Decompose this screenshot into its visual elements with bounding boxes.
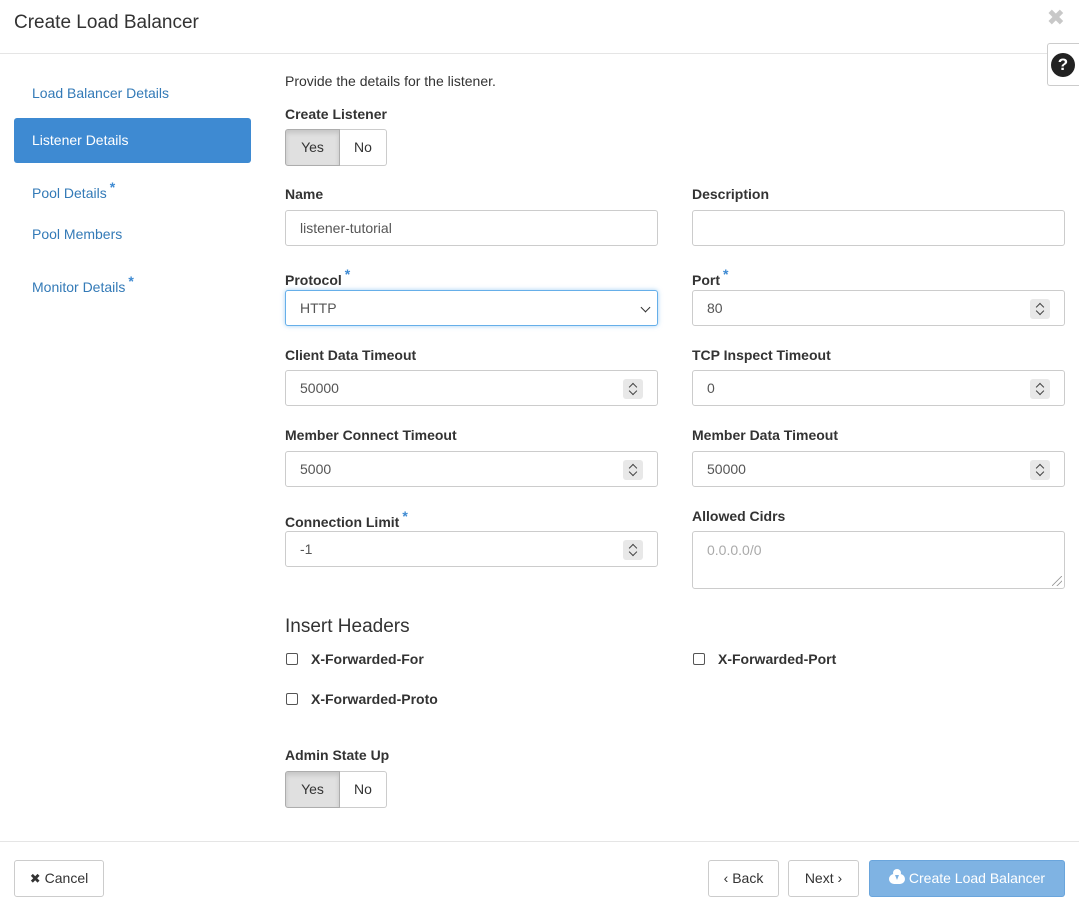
create-listener-yes-button[interactable]: Yes [285,129,340,166]
x-forwarded-for-label: X-Forwarded-For [311,651,424,667]
member-connect-timeout-input[interactable]: 5000 [285,451,658,487]
back-label: Back [732,870,764,886]
next-label: Next [804,870,834,886]
description-input[interactable] [692,210,1065,246]
required-marker: * [128,273,134,289]
cloud-upload-icon [888,869,905,884]
nav-label: Pool Members [32,226,123,242]
protocol-selected-value: HTTP [300,300,337,316]
connection-limit-label-text: Connection Limit [285,514,400,530]
modal-footer: ✖ Cancel ‹ Back Next › Create Load Balanc… [0,841,1079,908]
nav-listener-details[interactable]: Listener Details [14,118,251,163]
client-data-timeout-input[interactable]: 50000 [285,370,658,406]
tcp-inspect-timeout-value: 0 [707,380,715,396]
chevron-right-icon: › [837,870,843,886]
wizard-steps-nav: Load Balancer Details Listener Details P… [14,71,251,306]
allowed-cidrs-textarea[interactable]: 0.0.0.0/0 [692,531,1065,589]
create-listener-label: Create Listener [285,106,387,122]
protocol-label: Protocol * [285,266,350,288]
admin-state-up-label: Admin State Up [285,747,390,763]
port-label-text: Port [692,272,720,288]
member-connect-timeout-value: 5000 [300,461,332,477]
required-marker: * [109,179,116,195]
nav-pool-members[interactable]: Pool Members [14,212,251,257]
admin-state-up-toggle: Yes No [285,771,387,808]
insert-headers-title: Insert Headers [285,616,410,637]
question-icon: ? [1051,53,1075,77]
connection-limit-value: -1 [300,541,313,557]
next-button[interactable]: Next › [788,860,859,897]
required-marker: * [344,266,351,282]
required-marker: * [402,508,408,524]
x-forwarded-port-label: X-Forwarded-Port [718,651,837,667]
allowed-cidrs-label: Allowed Cidrs [692,508,786,524]
number-stepper-icon[interactable] [623,460,643,480]
member-data-timeout-input[interactable]: 50000 [692,451,1065,487]
nav-label: Load Balancer Details [32,85,169,101]
close-icon: ✖ [29,871,41,886]
x-forwarded-for-checkbox[interactable] [286,653,298,665]
port-input[interactable]: 80 [692,290,1065,326]
number-stepper-icon[interactable] [623,540,643,560]
cancel-button[interactable]: ✖ Cancel [14,860,104,897]
name-label: Name [285,186,324,202]
description-label: Description [692,186,770,202]
x-forwarded-proto-checkbox[interactable] [286,693,298,705]
number-stepper-icon[interactable] [623,379,643,399]
resize-handle-icon[interactable] [1052,576,1062,586]
nav-monitor-details[interactable]: Monitor Details * [14,259,251,304]
number-stepper-icon[interactable] [1030,379,1050,399]
client-data-timeout-label: Client Data Timeout [285,347,417,363]
connection-limit-input[interactable]: -1 [285,531,658,567]
port-value: 80 [707,300,723,316]
nav-label: Pool Details [32,185,107,201]
nav-label: Listener Details [32,132,129,148]
number-stepper-icon[interactable] [1030,460,1050,480]
admin-state-yes-button[interactable]: Yes [285,771,340,808]
x-forwarded-proto-option[interactable]: X-Forwarded-Proto [286,691,438,707]
protocol-label-text: Protocol [285,272,342,288]
nav-label: Monitor Details [32,279,126,295]
member-data-timeout-value: 50000 [707,461,746,477]
create-listener-toggle: Yes No [285,129,387,166]
chevron-left-icon: ‹ [723,870,729,886]
x-forwarded-port-checkbox[interactable] [693,653,705,665]
create-load-balancer-label: Create Load Balancer [908,870,1046,886]
chevron-down-icon [640,302,651,313]
nav-load-balancer-details[interactable]: Load Balancer Details [14,71,251,116]
member-data-timeout-label: Member Data Timeout [692,427,838,443]
modal-title: Create Load Balancer [14,12,199,33]
allowed-cidrs-placeholder: 0.0.0.0/0 [707,542,762,558]
port-label: Port * [692,266,728,288]
x-forwarded-port-option[interactable]: X-Forwarded-Port [693,651,836,667]
tcp-inspect-timeout-input[interactable]: 0 [692,370,1065,406]
modal-header: Create Load Balancer ✖ [0,0,1079,54]
protocol-select[interactable]: HTTP [285,290,658,326]
x-forwarded-for-option[interactable]: X-Forwarded-For [286,651,424,667]
close-icon[interactable]: ✖ [1047,6,1065,30]
required-marker: * [723,266,729,282]
number-stepper-icon[interactable] [1030,299,1050,319]
name-input[interactable]: listener-tutorial [285,210,658,246]
connection-limit-label: Connection Limit * [285,508,408,530]
cancel-label: Cancel [44,870,89,886]
member-connect-timeout-label: Member Connect Timeout [285,427,457,443]
client-data-timeout-value: 50000 [300,380,339,396]
step-intro: Provide the details for the listener. [285,73,496,89]
tcp-inspect-timeout-label: TCP Inspect Timeout [692,347,831,363]
x-forwarded-proto-label: X-Forwarded-Proto [311,691,438,707]
nav-pool-details[interactable]: Pool Details * [14,165,251,210]
admin-state-no-button[interactable]: No [340,771,387,808]
help-button[interactable]: ? [1047,43,1079,86]
create-load-balancer-button[interactable]: Create Load Balancer [869,860,1065,897]
back-button[interactable]: ‹ Back [708,860,779,897]
create-listener-no-button[interactable]: No [340,129,387,166]
